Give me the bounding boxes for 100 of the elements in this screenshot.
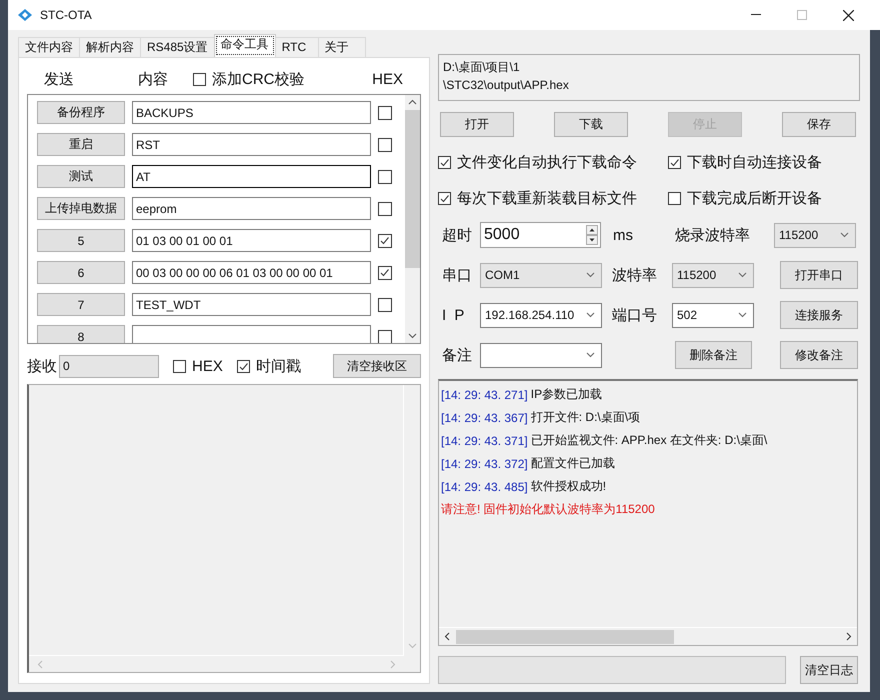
scroll-up-icon[interactable]	[408, 99, 417, 105]
tab[interactable]: 文件内容	[18, 37, 80, 57]
command-field[interactable]: RST	[132, 133, 371, 156]
file-button[interactable]: 下载	[554, 112, 628, 137]
send-command-button[interactable]: 重启	[37, 133, 125, 156]
serial-port-label: 串口	[441, 266, 473, 284]
baud-rate-label: 波特率	[612, 266, 658, 284]
send-command-button[interactable]: 上传掉电数据	[37, 197, 125, 220]
note-dropdown[interactable]	[480, 342, 602, 368]
log-message: 软件授权成功!	[530, 478, 606, 495]
hex-checkbox[interactable]	[378, 106, 392, 120]
check-icon	[379, 266, 390, 278]
option-checkbox[interactable]: 下载完成后断开设备	[668, 187, 858, 209]
log-warning: 请注意! 固件初始化默认波特率为115200	[441, 501, 655, 518]
hex-checkbox[interactable]	[378, 266, 392, 280]
ip-label: I P	[441, 306, 466, 324]
send-command-button[interactable]: 5	[37, 229, 125, 252]
delete-note-button[interactable]: 删除备注	[675, 341, 752, 369]
check-icon	[379, 234, 390, 246]
send-command-button[interactable]: 测试	[37, 165, 125, 188]
caret-icon	[586, 352, 595, 358]
command-field[interactable]: eeprom	[132, 197, 371, 220]
log-time: [14: 29: 43. 271]	[441, 388, 528, 402]
minimize-icon[interactable]	[751, 14, 761, 16]
edit-note-button[interactable]: 修改备注	[780, 341, 858, 369]
log-time: [14: 29: 43. 485]	[441, 480, 528, 494]
scrollbar[interactable]	[439, 627, 857, 645]
burn-baud-label: 烧录波特率	[675, 226, 751, 244]
log-time: [14: 29: 43. 371]	[441, 434, 528, 448]
burn-baud-dropdown[interactable]: 115200	[774, 222, 856, 248]
hex-checkbox[interactable]	[378, 138, 392, 152]
file-path-text: \STC32\output\APP.hex	[443, 78, 570, 92]
ip-dropdown[interactable]: 192.168.254.110	[480, 302, 602, 328]
check-icon	[439, 156, 450, 168]
note-label: 备注	[441, 346, 473, 364]
window-title: STC-OTA	[40, 8, 92, 22]
tab[interactable]: 关于	[318, 37, 366, 57]
baud-rate-dropdown[interactable]: 115200	[672, 262, 754, 288]
check-icon	[439, 192, 450, 204]
log-message: 配置文件已加载	[530, 455, 615, 472]
command-field[interactable]: BACKUPS	[132, 101, 371, 124]
connect-button[interactable]: 连接服务	[780, 301, 858, 329]
timestamp-checkbox[interactable]: 时间戳	[236, 356, 301, 376]
file-path-field[interactable]: D:\桌面\项目\1 \STC32\output\APP.hex	[438, 54, 860, 101]
port-number-label: 端口号	[612, 306, 658, 324]
send-command-button[interactable]: 7	[37, 293, 125, 316]
command-field[interactable]: 00 03 00 00 00 06 01 03 00 00 00 01	[132, 261, 371, 284]
scroll-right-icon[interactable]	[846, 632, 852, 641]
hex-checkbox[interactable]	[378, 330, 392, 343]
clear-receive-button[interactable]: 清空接收区	[333, 354, 421, 378]
send-command-button[interactable]: 6	[37, 261, 125, 284]
timeout-spinner[interactable]: 5000	[480, 222, 601, 248]
scrollbar[interactable]	[405, 95, 420, 343]
file-path-text: D:\桌面\项目\1	[443, 59, 521, 76]
open-port-button[interactable]: 打开串口	[780, 261, 858, 289]
tab[interactable]: RTC	[274, 37, 319, 57]
log-time: [14: 29: 43. 367]	[441, 410, 528, 424]
scroll-left-icon[interactable]	[444, 632, 450, 641]
crc-checkbox[interactable]: 添加CRC校验	[193, 70, 304, 88]
command-field[interactable]	[132, 325, 371, 343]
caret-icon	[738, 272, 747, 278]
timeout-label: 超时	[441, 226, 473, 244]
command-field[interactable]: AT	[132, 165, 371, 188]
option-checkbox[interactable]: 每次下载重新装载目标文件	[438, 187, 668, 209]
file-button[interactable]: 保存	[782, 112, 856, 137]
hex-label: HEX	[372, 70, 403, 88]
hex-checkbox[interactable]: HEX	[173, 358, 223, 374]
scroll-down-icon[interactable]	[408, 333, 417, 339]
file-button[interactable]: 打开	[440, 112, 514, 137]
caret-icon	[840, 232, 849, 238]
log-message: 打开文件: D:\桌面\项	[530, 409, 640, 426]
content-label: 内容	[138, 70, 169, 88]
caret-icon	[586, 272, 595, 278]
close-icon[interactable]	[843, 10, 854, 20]
check-icon	[238, 360, 249, 372]
timeout-unit: ms	[613, 226, 634, 244]
command-field[interactable]: 01 03 00 01 00 01	[132, 229, 371, 252]
caret-icon	[738, 312, 747, 318]
option-checkbox[interactable]: 文件变化自动执行下载命令	[438, 151, 668, 173]
log-time: [14: 29: 43. 372]	[441, 456, 528, 470]
port-number-dropdown[interactable]: 502	[672, 302, 754, 328]
receive-label: 接收	[27, 356, 57, 376]
hex-checkbox[interactable]	[378, 202, 392, 216]
option-checkbox[interactable]: 下载时自动连接设备	[668, 151, 858, 173]
send-command-button[interactable]: 8	[37, 325, 125, 343]
command-field[interactable]: TEST_WDT	[132, 293, 371, 316]
check-icon	[669, 156, 680, 168]
caret-icon	[586, 312, 595, 318]
log-message: 已开始监视文件: APP.hex 在文件夹: D:\桌面\	[530, 432, 768, 449]
hex-checkbox[interactable]	[378, 234, 392, 248]
app-logo-icon	[18, 9, 32, 21]
clear-log-button[interactable]: 清空日志	[800, 656, 858, 684]
hex-checkbox[interactable]	[378, 170, 392, 184]
receive-count-field[interactable]: 0	[59, 354, 159, 378]
send-command-button[interactable]: 备份程序	[37, 101, 125, 124]
tab[interactable]: 命令工具	[214, 34, 276, 57]
log-message: IP参数已加载	[530, 386, 602, 403]
serial-port-dropdown[interactable]: COM1	[480, 262, 602, 288]
hex-checkbox[interactable]	[378, 298, 392, 312]
send-label: 发送	[44, 70, 75, 88]
